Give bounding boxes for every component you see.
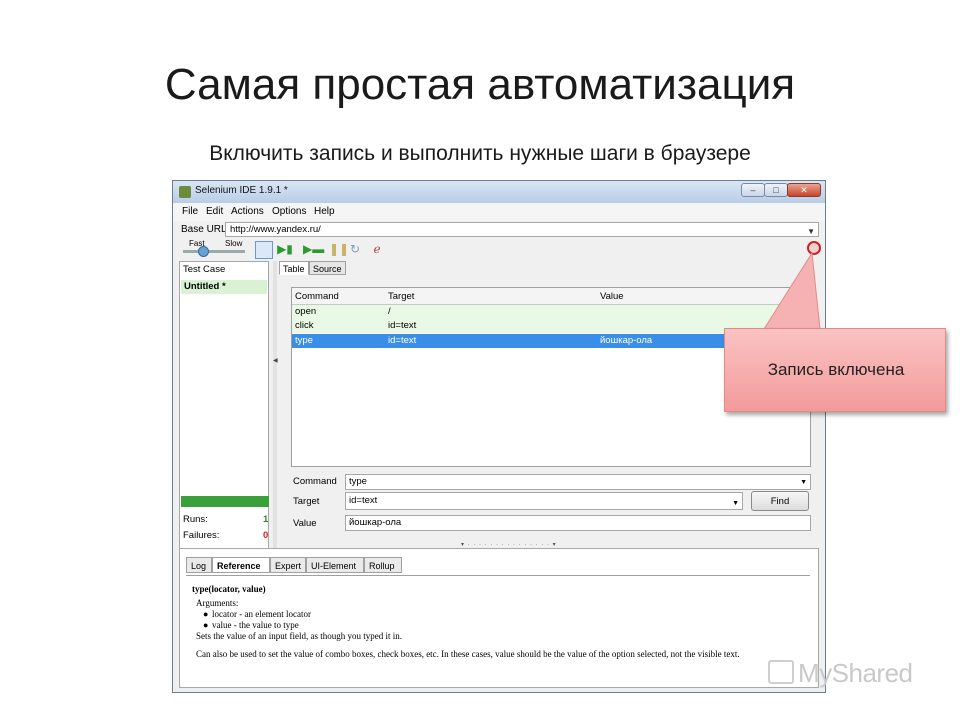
slide-subtitle: Включить запись и выполнить нужные шаги … — [209, 142, 751, 165]
row-command: click — [295, 320, 314, 331]
collapse-left-icon[interactable]: ◀ — [273, 357, 278, 364]
window-title: Selenium IDE 1.9.1 * — [195, 185, 288, 196]
tab-source[interactable]: Source — [309, 261, 346, 275]
failures-count: 0 — [263, 530, 269, 541]
bullet-icon: ● — [203, 620, 209, 630]
run-progress-bar — [181, 496, 269, 507]
row-target: / — [388, 306, 391, 317]
menu-actions[interactable]: Actions — [231, 206, 264, 217]
toolbar: Fast Slow ▶▮ ▶▬ ❚❚ ↻ ℯ — [173, 239, 825, 259]
runs-count: 1 — [263, 514, 269, 525]
menu-bar: File Edit Actions Options Help — [173, 203, 825, 221]
splitter-grip-icon[interactable]: ▾ · · · · · · · · · · · · · · · ▾ — [461, 541, 557, 548]
app-icon — [179, 186, 191, 198]
pause-icon[interactable]: ❚❚ — [329, 241, 349, 257]
reference-description: Sets the value of an input field, as tho… — [196, 631, 402, 641]
speed-slider[interactable] — [183, 250, 245, 253]
tab-table[interactable]: Table — [279, 261, 309, 275]
failures-label: Failures: — [183, 530, 220, 541]
runs-label: Runs: — [183, 514, 208, 525]
command-value: type — [349, 476, 367, 487]
column-command[interactable]: Command — [295, 291, 339, 302]
find-button[interactable]: Find — [751, 491, 809, 511]
chevron-down-icon[interactable]: ▼ — [807, 225, 815, 238]
speed-icon[interactable] — [255, 241, 273, 259]
selenium-ide-window: Selenium IDE 1.9.1 * – □ ✕ File Edit Act… — [172, 180, 826, 693]
close-button[interactable]: ✕ — [787, 183, 821, 197]
tab-log[interactable]: Log — [186, 557, 212, 573]
table-header: Command Target Value — [292, 288, 810, 305]
menu-help[interactable]: Help — [314, 206, 335, 217]
tab-rollup[interactable]: Rollup — [364, 557, 402, 573]
row-target: id=text — [388, 320, 417, 331]
menu-file[interactable]: File — [182, 206, 198, 217]
base-url-row: Base URL http://www.yandex.ru/ ▼ — [173, 221, 825, 239]
reference-signature: type(locator, value) — [192, 584, 266, 594]
step-icon[interactable]: ↻ — [347, 241, 363, 257]
tab-reference[interactable]: Reference — [212, 557, 270, 573]
tab-expert[interactable]: Expert — [270, 557, 306, 573]
reference-arg-text: locator - an element locator — [212, 609, 311, 619]
base-url-input[interactable]: http://www.yandex.ru/ ▼ — [225, 222, 819, 237]
base-url-label: Base URL — [181, 224, 227, 235]
speed-slow-label: Slow — [225, 239, 243, 248]
reference-content: type(locator, value) Arguments: ● locato… — [186, 575, 810, 684]
base-url-value: http://www.yandex.ru/ — [230, 224, 321, 235]
play-test-icon[interactable]: ▶▬ — [303, 241, 324, 257]
speed-slider-handle[interactable] — [198, 246, 209, 257]
maximize-button[interactable]: □ — [764, 183, 788, 197]
reference-arg-text: value - the value to type — [212, 620, 299, 630]
command-label: Command — [293, 476, 337, 487]
table-row[interactable]: open / — [292, 305, 810, 319]
row-command: open — [295, 306, 317, 317]
record-button[interactable] — [807, 241, 821, 255]
callout: Запись включена — [724, 328, 946, 412]
horizontal-splitter[interactable]: ▾ · · · · · · · · · · · · · · · ▾ — [179, 541, 819, 548]
chevron-down-icon[interactable]: ▼ — [800, 476, 807, 490]
reference-arg-item: ● locator - an element locator — [203, 609, 311, 619]
menu-edit[interactable]: Edit — [206, 206, 223, 217]
rollup-icon[interactable]: ℯ — [369, 241, 385, 257]
row-value: йошкар-ола — [600, 335, 653, 346]
column-target[interactable]: Target — [388, 291, 414, 302]
play-suite-icon[interactable]: ▶▮ — [277, 241, 293, 257]
minimize-button[interactable]: – — [741, 183, 765, 197]
watermark-text: MyShared — [798, 658, 913, 688]
watermark-icon — [768, 660, 794, 684]
slide-title: Самая простая автоматизация — [164, 60, 796, 109]
target-label: Target — [293, 496, 320, 507]
value-input[interactable]: йошкар-ола — [345, 515, 811, 531]
row-command: type — [295, 335, 313, 346]
target-input[interactable]: id=text ▼ — [345, 492, 743, 510]
column-value[interactable]: Value — [600, 291, 624, 302]
title-bar[interactable]: Selenium IDE 1.9.1 * – □ ✕ — [173, 181, 825, 203]
reference-arg-item: ● value - the value to type — [203, 620, 299, 630]
reference-panel: Log Reference Expert UI-Element Rollup t… — [179, 548, 819, 688]
chevron-down-icon[interactable]: ▼ — [732, 496, 739, 512]
reference-note: Can also be used to set the value of com… — [196, 649, 740, 659]
tab-ui-element[interactable]: UI-Element — [306, 557, 364, 573]
callout-text: Запись включена — [767, 360, 905, 379]
menu-options[interactable]: Options — [272, 206, 306, 217]
value-value: йошкар-ола — [349, 517, 402, 528]
row-target: id=text — [388, 335, 417, 346]
test-case-item[interactable]: Untitled * — [181, 280, 267, 294]
test-case-header: Test Case — [183, 264, 226, 275]
command-input[interactable]: type ▼ — [345, 474, 811, 490]
bullet-icon: ● — [203, 609, 209, 619]
reference-arguments-label: Arguments: — [196, 598, 239, 608]
value-label: Value — [293, 518, 317, 529]
target-value: id=text — [349, 495, 378, 506]
